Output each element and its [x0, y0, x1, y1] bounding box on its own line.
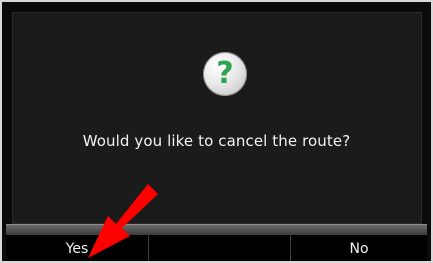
screen-border — [0, 0, 433, 263]
